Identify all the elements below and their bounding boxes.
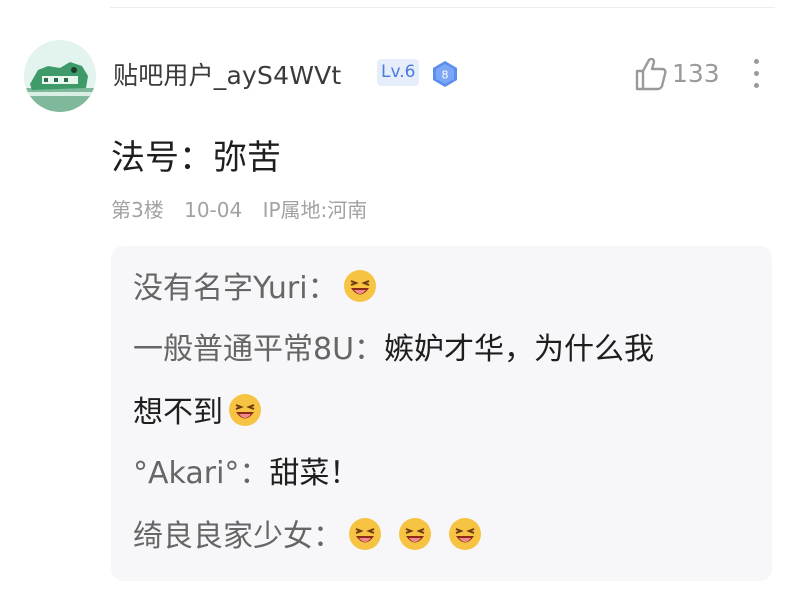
- floor-number: 第3楼: [111, 198, 164, 222]
- reply-item-continued[interactable]: 想不到: [133, 392, 263, 433]
- reply-text: 嫉妒才华，为什么我: [384, 332, 655, 367]
- grinning-squint-emoji-icon: [349, 518, 381, 550]
- grinning-squint-emoji-icon: [449, 518, 481, 550]
- post-content: 法号：弥苦: [111, 138, 281, 178]
- more-options-icon[interactable]: [748, 56, 764, 92]
- reply-author[interactable]: 没有名字Yuri：: [133, 271, 338, 306]
- level-gem-number: 8: [442, 69, 449, 82]
- reply-item[interactable]: °Akari°：甜菜！: [133, 454, 359, 494]
- grinning-squint-emoji-icon: [399, 518, 431, 550]
- level-gem-icon: 8: [433, 61, 457, 87]
- reply-text: 甜菜！: [269, 456, 360, 491]
- grinning-squint-emoji-icon: [343, 270, 376, 302]
- level-badge: Lv.6: [377, 59, 420, 86]
- reply-item[interactable]: 绮良良家少女：: [133, 516, 483, 557]
- top-divider: [110, 7, 775, 8]
- post-meta: 第3楼 10-04 IP属地:河南: [111, 194, 381, 223]
- avatar[interactable]: [24, 40, 96, 112]
- reply-item[interactable]: 没有名字Yuri：: [133, 268, 378, 309]
- username[interactable]: 贴吧用户_ayS4WVt: [113, 56, 341, 92]
- reply-text: 想不到: [133, 395, 223, 430]
- reply-item[interactable]: 一般普通平常8U：嫉妒才华，为什么我: [133, 330, 654, 370]
- reply-author[interactable]: 一般普通平常8U：: [133, 332, 384, 367]
- grinning-squint-emoji-icon: [229, 394, 261, 426]
- reply-author[interactable]: 绮良良家少女：: [133, 519, 343, 554]
- like-count: 133: [672, 59, 720, 88]
- thumbs-up-icon[interactable]: [634, 56, 668, 92]
- post-date: 10-04: [184, 198, 243, 222]
- reply-author[interactable]: °Akari°：: [133, 456, 269, 491]
- ip-location: IP属地:河南: [262, 198, 368, 222]
- avatar-dinosaur-image: [24, 40, 96, 112]
